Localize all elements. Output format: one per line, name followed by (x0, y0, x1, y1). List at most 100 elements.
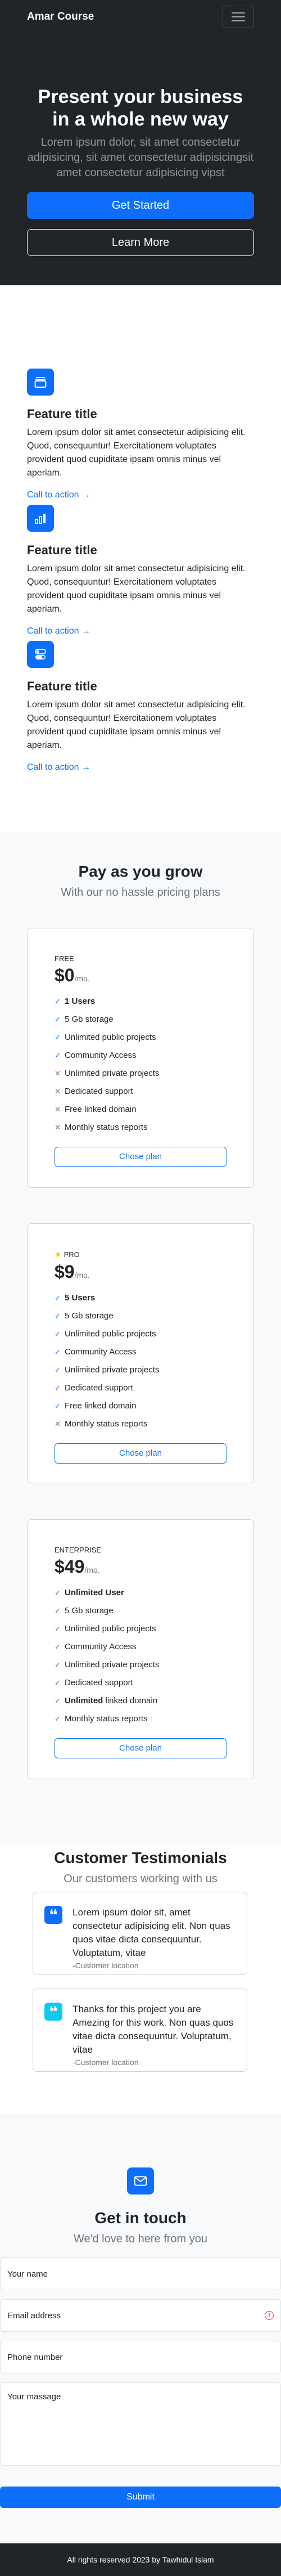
check-icon: ✓ (55, 1366, 61, 1374)
warning-icon: ! (265, 2311, 274, 2320)
plan-feature-item: ✓ Unlimited public projects (55, 1029, 226, 1047)
check-icon: ✓ (55, 1015, 61, 1024)
contact-subtitle: We'd love to here from you (73, 2233, 207, 2245)
envelope-icon (127, 2167, 154, 2194)
pricing-card-pro: ★ Pro $9/mo. ✓ 5 Users ✓ 5 Gb storage ✓ Unli… (27, 1223, 254, 1483)
plan-features-list: ✓ 5 Users ✓ 5 Gb storage ✓ Unlimited public… (55, 1289, 226, 1433)
contact-section: Get in touch We'd love to here from you … (0, 2113, 281, 2543)
name-input[interactable]: Your name (0, 2258, 281, 2290)
testimonial-location: -Customer location (72, 2058, 139, 2067)
hero-title: Present your business in a whole new way (38, 86, 243, 130)
features-section: Feature title Lorem ipsum dolor sit amet… (27, 369, 254, 777)
phone-input[interactable]: Phone number (0, 2341, 281, 2373)
email-input[interactable]: Email address! (0, 2299, 281, 2332)
check-icon: ✓ (55, 1715, 61, 1723)
plan-feature-item: ✕ Dedicated support (55, 1083, 226, 1101)
message-textarea[interactable]: Your massage (0, 2382, 281, 2466)
plan-feature-item: ✓ 5 Gb storage (55, 1011, 226, 1029)
pricing-card-free: Free $0/mo. ✓ 1 Users ✓ 5 Gb storage ✓ Unli… (27, 928, 254, 1188)
chose-plan-button[interactable]: Chose plan (55, 1738, 226, 1758)
toggles-icon (27, 641, 54, 668)
quote-icon: ❝ (44, 1906, 62, 1924)
feature-text: Lorem ipsum dolor sit amet consectetur a… (27, 564, 246, 614)
learn-more-button[interactable]: Learn More (27, 229, 254, 256)
navbar-toggler-button[interactable] (223, 5, 254, 28)
check-icon: ✓ (55, 1606, 61, 1615)
check-icon: ✓ (55, 1051, 61, 1060)
check-icon: ✓ (55, 1402, 61, 1410)
feature-item: Feature title Lorem ipsum dolor sit amet… (27, 369, 254, 505)
plan-feature-item: ✕ Monthly status reports (55, 1415, 226, 1433)
testimonial-card: ❝ Thanks for this project you are Amezin… (33, 1989, 247, 2072)
plan-feature-item: ✕ Monthly status reports (55, 1119, 226, 1137)
x-icon: ✕ (55, 1123, 61, 1132)
plan-feature-item: ✓ Dedicated support (55, 1379, 226, 1397)
contact-title: Get in touch (94, 2209, 187, 2227)
submit-button[interactable]: Submit (0, 2487, 281, 2508)
chose-plan-button[interactable]: Chose plan (55, 1443, 226, 1464)
plan-feature-item: ✕ Free linked domain (55, 1101, 226, 1119)
testimonial-card: ❝ Lorem ipsum dolor sit, amet consectetu… (33, 1892, 247, 1975)
plan-price: $9/mo. (55, 1262, 90, 1282)
call-to-action-link[interactable]: Call to action → (27, 626, 90, 636)
plan-feature-item: ✓ Unlimited public projects (55, 1620, 226, 1638)
feature-title: Feature title (27, 407, 97, 421)
x-icon: ✕ (55, 1105, 61, 1114)
plan-feature-item: ✓ Community Access (55, 1047, 226, 1065)
pricing-section: Pay as you grow With our no hassle prici… (0, 832, 281, 1845)
navbar-brand[interactable]: Amar Course (27, 11, 94, 23)
plan-price: $0/mo. (55, 965, 90, 985)
navbar: Amar Course (0, 0, 281, 33)
plan-price: $49/mo. (55, 1556, 100, 1577)
footer-text: All rights reserved 2023 by Tawhidul Isl… (67, 2555, 214, 2564)
plan-features-list: ✓ Unlimited User ✓ 5 Gb storage ✓ Unlimited… (55, 1584, 226, 1728)
testimonial-quote: Lorem ipsum dolor sit, amet consectetur … (72, 1907, 230, 1958)
x-icon: ✕ (55, 1087, 61, 1096)
testimonials-subtitle: Our customers working with us (64, 1873, 217, 1885)
plan-feature-item: ✓ Community Access (55, 1343, 226, 1361)
check-icon: ✓ (55, 997, 61, 1006)
check-icon: ✓ (55, 1330, 61, 1338)
feature-item: Feature title Lorem ipsum dolor sit amet… (27, 505, 254, 641)
check-icon: ✓ (55, 1312, 61, 1320)
plan-feature-item: ✓ 5 Users (55, 1289, 226, 1307)
feature-text: Lorem ipsum dolor sit amet consectetur a… (27, 428, 246, 478)
check-icon: ✓ (55, 1697, 61, 1705)
check-icon: ✓ (55, 1033, 61, 1042)
plan-feature-item: ✕ Unlimited private projects (55, 1065, 226, 1083)
quote-icon: ❝ (44, 2003, 62, 2021)
plan-feature-item: ✓ 5 Gb storage (55, 1307, 226, 1325)
hero-section: Present your business in a whole new way… (0, 33, 281, 285)
plan-tier: Free (55, 954, 74, 963)
get-started-button[interactable]: Get Started (27, 192, 254, 219)
hamburger-icon (232, 12, 245, 21)
collection-icon (27, 369, 54, 396)
feature-title: Feature title (27, 543, 97, 557)
plan-feature-item: ✓ Monthly status reports (55, 1710, 226, 1728)
plan-feature-item: ✓ Unlimited linked domain (55, 1692, 226, 1710)
check-icon: ✓ (55, 1624, 61, 1633)
feature-text: Lorem ipsum dolor sit amet consectetur a… (27, 700, 246, 750)
call-to-action-link[interactable]: Call to action → (27, 490, 90, 500)
check-icon: ✓ (55, 1384, 61, 1392)
plan-feature-item: ✓ Unlimited User (55, 1584, 226, 1602)
plan-feature-item: ✓ 1 Users (55, 993, 226, 1011)
chose-plan-button[interactable]: Chose plan (55, 1147, 226, 1167)
testimonial-location: -Customer location (72, 1961, 139, 1970)
check-icon: ✓ (55, 1679, 61, 1687)
testimonials-title: Customer Testimonials (54, 1849, 227, 1866)
pricing-subtitle: With our no hassle pricing plans (61, 886, 220, 899)
footer: All rights reserved 2023 by Tawhidul Isl… (0, 2543, 281, 2576)
check-icon: ✓ (55, 1348, 61, 1356)
plan-features-list: ✓ 1 Users ✓ 5 Gb storage ✓ Unlimited public… (55, 993, 226, 1137)
check-icon: ✓ (55, 1642, 61, 1651)
feature-title: Feature title (27, 679, 97, 693)
check-icon: ✓ (55, 1294, 61, 1302)
plan-feature-item: ✓ 5 Gb storage (55, 1602, 226, 1620)
plan-feature-item: ✓ Unlimited public projects (55, 1325, 226, 1343)
feature-item: Feature title Lorem ipsum dolor sit amet… (27, 641, 254, 777)
plan-feature-item: ✓ Unlimited private projects (55, 1656, 226, 1674)
x-icon: ✕ (55, 1420, 61, 1428)
plan-feature-item: ✓ Dedicated support (55, 1674, 226, 1692)
call-to-action-link[interactable]: Call to action → (27, 762, 90, 773)
